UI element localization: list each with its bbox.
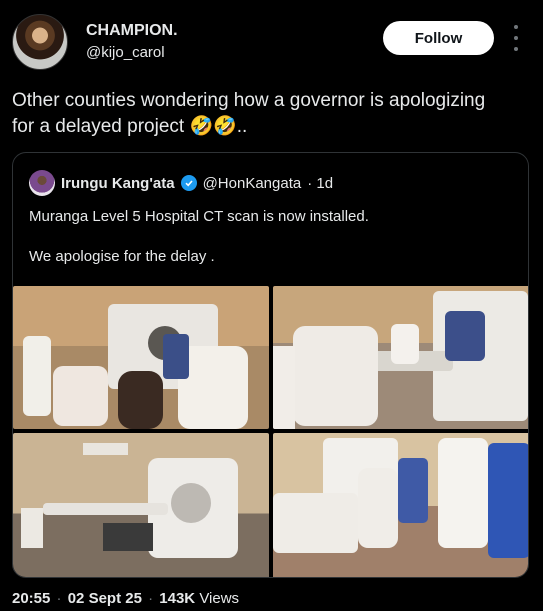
post-meta: 20:55 · 02 Sept 25 · 143K Views [12,590,240,607]
photo-ct-scanner-machine[interactable] [13,433,269,577]
quoted-text-line-1: Muranga Level 5 Hospital CT scan is now … [29,208,369,225]
views-label: Views [199,590,240,607]
quoted-text-line-2: We apologise for the delay . [29,248,215,265]
quoted-post[interactable]: Irungu Kang'ata @HonKangata · 1d Muranga… [12,152,529,578]
quoted-author-avatar[interactable] [29,170,55,196]
more-options-icon[interactable] [511,25,521,51]
post-header: CHAMPION. @kijo_carol Follow [12,14,532,74]
post-text: Other counties wondering how a governor … [12,90,486,137]
author-display-name[interactable]: CHAMPION. [86,22,178,40]
photo-governor-at-ct-scanner[interactable] [273,286,528,429]
quoted-post-header: Irungu Kang'ata @HonKangata · 1d [29,169,333,197]
follow-button[interactable]: Follow [383,21,494,55]
author-avatar[interactable] [12,14,68,70]
quoted-post-text: Muranga Level 5 Hospital CT scan is now … [29,207,509,267]
views-count[interactable]: 143K [159,590,195,607]
verified-badge-icon [180,175,197,191]
photo-hospital-staff-ct-room[interactable] [13,286,269,429]
quoted-author-name[interactable]: Irungu Kang'ata [61,175,175,192]
quoted-post-age: · 1d [307,174,334,192]
photo-ct-room-with-officials[interactable] [273,433,528,577]
post-time[interactable]: 20:55 [12,590,50,607]
post-date[interactable]: 02 Sept 25 [68,590,142,607]
author-info[interactable]: CHAMPION. @kijo_carol [86,22,178,61]
author-handle[interactable]: @kijo_carol [86,44,178,61]
quoted-author-handle[interactable]: @HonKangata [203,175,302,192]
